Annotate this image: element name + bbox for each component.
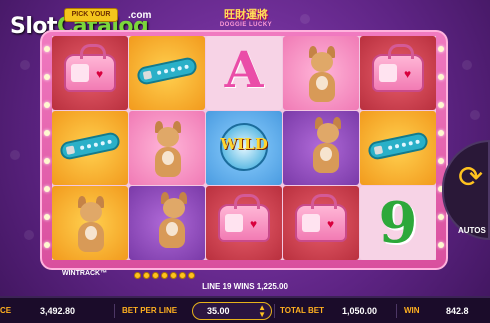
frame-bulb-icon <box>44 130 50 136</box>
chihuahua-jumping-icon <box>283 111 359 185</box>
divider <box>114 304 115 318</box>
frame-bulb-icon <box>44 186 50 192</box>
pink-bag-icon: ♥ <box>283 186 359 260</box>
paw-print-icon <box>462 60 472 70</box>
balance-value: 3,492.80 <box>40 306 76 316</box>
chihuahua-icon <box>283 36 359 110</box>
frame-bulb-icon <box>44 74 50 80</box>
wintrack-coin-icon <box>170 272 177 279</box>
bet-per-line-stepper[interactable]: 35.00 ▲ ▼ <box>192 302 272 320</box>
autospin-label: AUTOS <box>458 226 486 235</box>
stepper-arrows-icon[interactable]: ▲ ▼ <box>258 304 266 319</box>
frame-bulb-icon <box>438 158 444 164</box>
wintrack-coin-icon <box>143 272 150 279</box>
reel-grid: ♥ A WILD ♥ ♥ ♥ 9 <box>52 36 436 260</box>
win-value: 842.8 <box>446 306 469 316</box>
wintrack-coin-icon <box>161 272 168 279</box>
frame-bulb-icon <box>438 74 444 80</box>
wild-icon: WILD <box>206 111 282 185</box>
game-title-en: DOGGIE LUCKY <box>219 22 273 28</box>
frame-bulb-icon <box>44 214 50 220</box>
wintrack-coin-icon <box>134 272 141 279</box>
pink-bag-icon: ♥ <box>360 36 436 110</box>
wintrack-coin-icon <box>179 272 186 279</box>
win-label: WIN <box>404 306 420 315</box>
letter-a: A <box>206 36 282 110</box>
blue-collar-icon <box>129 36 205 110</box>
frame-bulb-icon <box>438 46 444 52</box>
chihuahua-jumping-icon <box>129 186 205 260</box>
game-badge: PICK YOUR <box>64 8 118 22</box>
pink-bag-icon: ♥ <box>52 36 128 110</box>
paw-print-icon <box>300 14 310 24</box>
logo-suffix: .com <box>128 10 152 21</box>
frame-bulb-icon <box>438 102 444 108</box>
bottom-bar: CE 3,492.80 BET PER LINE 35.00 ▲ ▼ TOTAL … <box>0 296 490 323</box>
frame-bulb-icon <box>44 46 50 52</box>
wintrack-label-text: WINTRACK <box>62 270 101 277</box>
letter-a-symbol: A <box>224 40 264 99</box>
nine-symbol: 9 <box>378 190 418 256</box>
blue-collar-icon <box>52 111 128 185</box>
balance-label: CE <box>0 306 12 315</box>
wintrack-coin-icon <box>188 272 195 279</box>
frame-bulb-icon <box>44 158 50 164</box>
divider <box>396 304 397 318</box>
frame-bulb-icon <box>438 214 444 220</box>
blue-collar-icon <box>360 111 436 185</box>
wintrack-label: WINTRACK™ <box>62 270 107 277</box>
paw-print-icon <box>24 230 34 240</box>
pink-bag-icon: ♥ <box>206 186 282 260</box>
chihuahua-icon <box>52 186 128 260</box>
wintrack-tm: ™ <box>100 270 108 277</box>
chihuahua-icon <box>129 111 205 185</box>
frame-bulb-icon <box>438 242 444 248</box>
divider <box>274 304 275 318</box>
win-message: LINE 19 WINS 1,225.00 <box>202 282 288 291</box>
nine: 9 <box>360 186 436 260</box>
total-bet-value: 1,050.00 <box>342 306 378 316</box>
paw-print-icon <box>20 60 30 70</box>
frame-bulb-icon <box>44 242 50 248</box>
autospin-arrows-icon: ⟳ <box>458 161 484 194</box>
frame-bulb-icon <box>438 130 444 136</box>
game-title-cn: 旺財運將 <box>224 9 268 21</box>
bet-per-line-label: BET PER LINE <box>122 306 178 315</box>
paw-print-icon <box>10 150 20 160</box>
total-bet-label: TOTAL BET <box>280 306 324 315</box>
game-title: 旺財運將 DOGGIE LUCKY <box>210 6 282 32</box>
frame-bulb-icon <box>44 102 50 108</box>
wild-symbol-text: WILD <box>220 135 268 153</box>
paw-print-icon <box>470 110 480 120</box>
wintrack-coin-icon <box>152 272 159 279</box>
bet-per-line-value: 35.00 <box>207 306 230 316</box>
